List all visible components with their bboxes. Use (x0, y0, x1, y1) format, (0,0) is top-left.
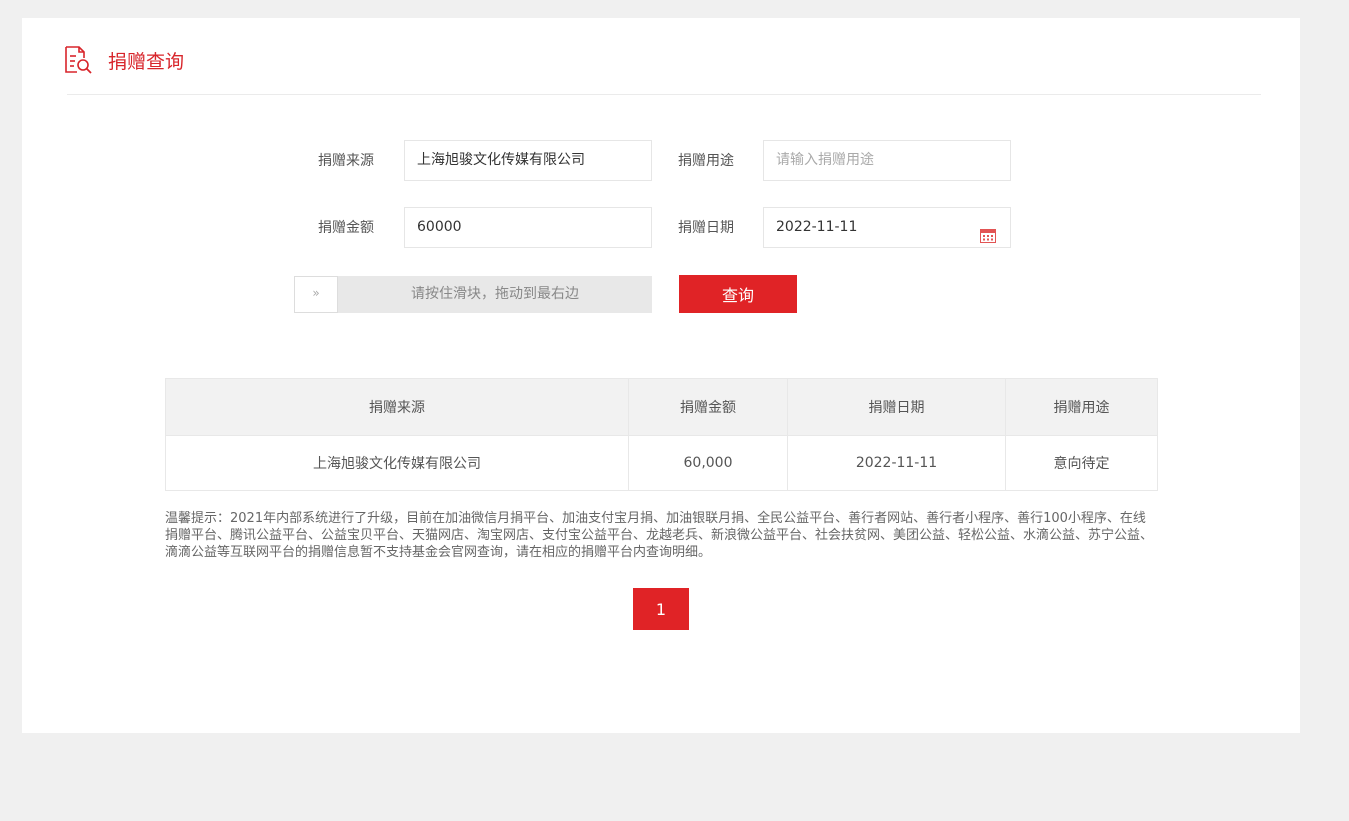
cell-source: 上海旭骏文化传媒有限公司 (165, 435, 629, 491)
main-panel: 捐赠查询 捐赠来源 上海旭骏文化传媒有限公司 捐赠用途 请输入捐赠用途 捐赠金额… (22, 18, 1300, 733)
source-label: 捐赠来源 (318, 153, 374, 169)
cell-purpose: 意向待定 (1005, 435, 1158, 491)
date-value: 2022-11-11 (776, 219, 858, 235)
date-label: 捐赠日期 (678, 220, 734, 236)
column-header-purpose: 捐赠用途 (1005, 378, 1158, 436)
slider-hint: 请按住滑块，拖动到最右边 (411, 286, 579, 302)
purpose-label: 捐赠用途 (678, 153, 734, 169)
notice-text: 温馨提示：2021年内部系统进行了升级，目前在加油微信月捐平台、加油支付宝月捐、… (165, 511, 1154, 560)
page-button-current[interactable]: 1 (633, 588, 689, 630)
header-divider (67, 94, 1261, 95)
column-header-source: 捐赠来源 (165, 378, 629, 436)
cell-amount: 60,000 (628, 435, 788, 491)
amount-input[interactable]: 60000 (404, 207, 652, 248)
amount-label: 捐赠金额 (318, 220, 374, 236)
document-search-icon (62, 44, 94, 76)
table-header-row: 捐赠来源 捐赠金额 捐赠日期 捐赠用途 (165, 378, 1158, 436)
calendar-icon[interactable] (980, 220, 996, 243)
slider-captcha: » 请按住滑块，拖动到最右边 (294, 276, 652, 313)
purpose-input[interactable]: 请输入捐赠用途 (763, 140, 1011, 181)
results-table: 捐赠来源 捐赠金额 捐赠日期 捐赠用途 上海旭骏文化传媒有限公司 60,000 … (165, 378, 1158, 491)
cell-date: 2022-11-11 (787, 435, 1006, 491)
date-input[interactable]: 2022-11-11 (763, 207, 1011, 248)
query-button[interactable]: 查询 (679, 275, 797, 313)
column-header-amount: 捐赠金额 (628, 378, 788, 436)
table-row: 上海旭骏文化传媒有限公司 60,000 2022-11-11 意向待定 (165, 435, 1158, 491)
column-header-date: 捐赠日期 (787, 378, 1006, 436)
source-input[interactable]: 上海旭骏文化传媒有限公司 (404, 140, 652, 181)
page-title: 捐赠查询 (108, 50, 185, 73)
slider-handle[interactable]: » (294, 276, 338, 313)
page-header: 捐赠查询 (62, 40, 184, 80)
